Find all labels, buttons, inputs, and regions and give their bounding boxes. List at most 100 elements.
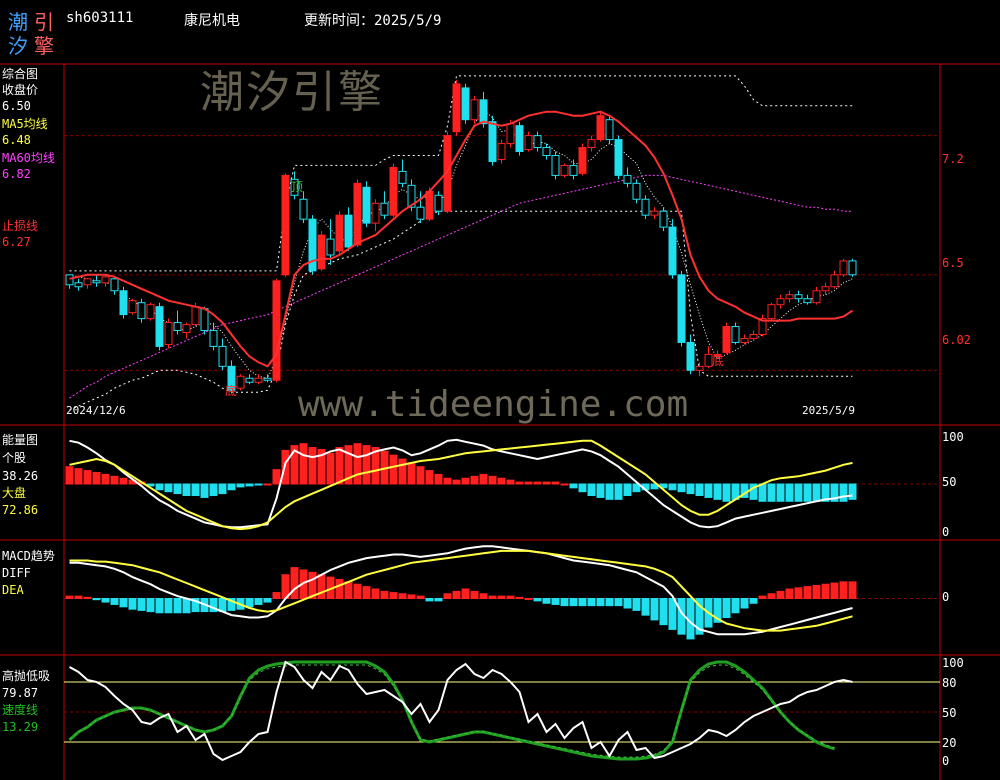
energy-bar [848, 483, 857, 500]
macd-bar [371, 588, 380, 600]
energy-bar [308, 447, 317, 485]
energy-bar [578, 483, 587, 493]
stop-label: 止损线 [2, 219, 39, 233]
energy-bar [812, 483, 821, 502]
macd-bar [785, 588, 794, 600]
candle-body [218, 345, 227, 367]
energy-bar [110, 475, 119, 485]
candle-body [776, 298, 785, 306]
energy-bar [299, 443, 308, 485]
energy-bar [803, 483, 812, 502]
candle-body [173, 322, 182, 332]
candle-body [461, 87, 470, 121]
candle-body [506, 123, 515, 145]
macd-bar [461, 588, 470, 600]
macd-bar [344, 581, 353, 599]
macd-bar [173, 598, 182, 614]
energy-bar [254, 483, 263, 486]
candle-body [272, 280, 281, 381]
macd-bar [803, 586, 812, 599]
energy-bar [668, 483, 677, 491]
candle-body [137, 302, 146, 320]
speed-signal-line [69, 664, 835, 758]
macd-bar [407, 594, 416, 600]
energy-bar [605, 483, 614, 500]
macd-bar [398, 593, 407, 600]
candle-body [749, 334, 758, 339]
bottom-annotation: 底 [712, 354, 725, 368]
macd-bar [110, 598, 119, 605]
candle-body [578, 147, 587, 174]
energy-bar [92, 471, 101, 485]
macd-bar [614, 598, 623, 607]
macd-bar [848, 581, 857, 599]
candle-body [191, 306, 200, 326]
candle-body [542, 147, 551, 157]
energy-bar [587, 483, 596, 497]
candle-body [686, 341, 695, 371]
candle-body [785, 294, 794, 300]
macd-bar [641, 598, 650, 616]
candle-body [281, 174, 290, 276]
diff-line [69, 545, 853, 636]
candle-body [128, 300, 137, 314]
main-panel-title: 综合图 [2, 67, 39, 81]
energy-market-value: 72.86 [2, 503, 39, 517]
macd-bar [119, 598, 128, 608]
energy-bar [416, 466, 425, 485]
energy-bar [164, 483, 173, 493]
price-axis-label: 6.02 [942, 333, 971, 347]
candle-body [515, 125, 524, 153]
macd-bar [749, 598, 758, 604]
watermark-url: www.tideengine.com [298, 384, 689, 425]
macd-bar [506, 595, 515, 599]
macd-bar [434, 598, 443, 602]
energy-bar [155, 483, 164, 491]
candle-body [587, 139, 596, 149]
diff-label: DIFF [2, 566, 31, 580]
energy-bar [767, 483, 776, 502]
energy-axis-label: 50 [942, 475, 957, 489]
macd-panel-title: MACD趋势 [2, 549, 55, 563]
macd-bar [317, 574, 326, 600]
macd-bar [164, 598, 173, 614]
ma60-value: 6.82 [2, 167, 31, 181]
macd-bar [740, 598, 749, 609]
macd-bar [497, 595, 506, 599]
macd-bar [479, 593, 488, 600]
energy-bar [722, 483, 731, 502]
candle-body [632, 182, 641, 200]
dea-line [69, 549, 853, 632]
candle-body [92, 280, 101, 284]
candle-body [821, 286, 830, 292]
candle-body [740, 337, 749, 343]
macd-bar [182, 598, 191, 614]
macd-bar [668, 598, 677, 630]
energy-axis-label: 100 [942, 430, 964, 444]
macd-bar [155, 598, 164, 614]
gaopao-panel-title: 高抛低吸 [2, 669, 51, 683]
candle-body [164, 322, 173, 345]
candle-body [434, 194, 443, 212]
candle-body [470, 99, 479, 121]
energy-bar [452, 479, 461, 485]
lower-band-line [69, 210, 853, 411]
macd-bar [92, 598, 101, 601]
macd-bar [443, 593, 452, 600]
bottom-annotation: 底 [225, 384, 238, 398]
macd-bar [470, 590, 479, 599]
candle-body [398, 170, 407, 184]
candle-body [83, 278, 92, 286]
ma60-label: MA60均线 [2, 151, 55, 165]
energy-bar [326, 452, 335, 485]
watermark-brand: 潮汐引擎 [200, 67, 384, 118]
candle-body [74, 282, 83, 288]
energy-bar [515, 481, 524, 485]
candle-body [497, 143, 506, 160]
macd-bar [812, 584, 821, 600]
macd-bar [452, 590, 461, 599]
price-axis-label: 6.5 [942, 256, 964, 270]
candle-body [803, 298, 812, 304]
candle-body [524, 135, 533, 151]
candle-body [767, 304, 776, 320]
